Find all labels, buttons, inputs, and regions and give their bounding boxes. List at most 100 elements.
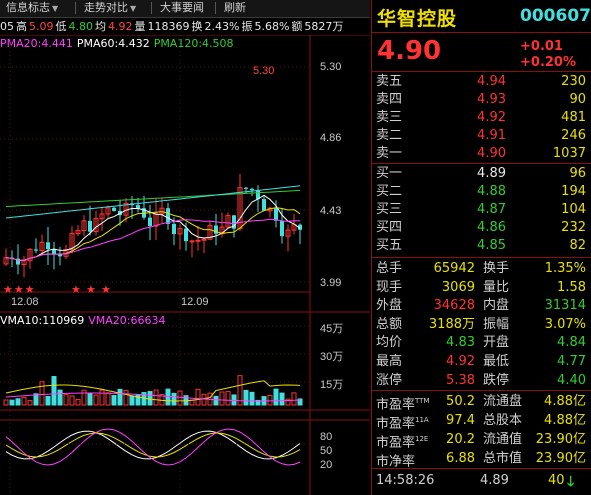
ask-row[interactable]: 卖二 4.91 246 bbox=[372, 127, 590, 145]
volume-bar bbox=[99, 389, 105, 406]
candle-body bbox=[34, 249, 38, 251]
quote-field: 4.92 bbox=[108, 20, 133, 33]
volume-bar bbox=[225, 391, 231, 406]
stock-name: 华智控股 bbox=[377, 8, 458, 30]
volume-legend-item: VMA10:110969 bbox=[0, 314, 85, 327]
volume-bar bbox=[279, 392, 285, 406]
ask-row[interactable]: 卖三 4.92 481 bbox=[372, 109, 590, 127]
stock-code: 000607 bbox=[520, 6, 591, 26]
stat-value: 4.84 bbox=[557, 335, 586, 351]
volume-bar bbox=[291, 392, 297, 406]
bid-row[interactable]: 买二 4.88 194 bbox=[372, 183, 590, 201]
volume-bar bbox=[267, 394, 273, 406]
volume-bar bbox=[123, 389, 129, 406]
bid-row[interactable]: 买五 4.85 82 bbox=[372, 237, 590, 255]
quote-field: 均 bbox=[95, 20, 106, 33]
order-price: 4.91 bbox=[477, 128, 506, 143]
toolbar-refresh-button[interactable]: 刷新 bbox=[224, 1, 246, 15]
quote-field: 量 bbox=[134, 20, 146, 33]
ask-row[interactable]: 卖一 4.90 1037 bbox=[372, 145, 590, 163]
order-volume: 1037 bbox=[552, 146, 586, 161]
signal-star: ★ bbox=[71, 283, 81, 296]
quote-field: 5.09 bbox=[29, 20, 54, 33]
valuation-value: 4.88亿 bbox=[544, 413, 586, 428]
volume-bar bbox=[51, 376, 57, 406]
dropdown-arrow-icon: ▼ bbox=[130, 4, 137, 13]
ma-line bbox=[5, 189, 301, 207]
divider bbox=[372, 390, 591, 391]
volume-bar bbox=[45, 395, 51, 406]
stat-row: 总手 65942 换手 1.35% bbox=[372, 259, 590, 278]
stat-value: 3188万 bbox=[428, 316, 475, 332]
signal-stars: ★★★ bbox=[3, 283, 36, 296]
order-volume: 194 bbox=[561, 184, 586, 199]
volume-bar bbox=[3, 399, 9, 406]
candle-body bbox=[274, 208, 278, 221]
order-level-label: 卖二 bbox=[376, 128, 403, 143]
toolbar-news-button[interactable]: 大事要闻 bbox=[160, 1, 204, 15]
valuation-value: 23.90亿 bbox=[535, 432, 586, 447]
volume-bar bbox=[93, 394, 99, 406]
volume-bar bbox=[87, 392, 93, 406]
order-price: 4.93 bbox=[477, 92, 506, 107]
bid-row[interactable]: 买一 4.89 96 bbox=[372, 165, 590, 183]
quote-field: 5827万 bbox=[304, 20, 344, 33]
candle-body bbox=[262, 199, 266, 211]
candle-body bbox=[280, 220, 284, 237]
divider bbox=[372, 163, 591, 164]
stat-label: 最高 bbox=[376, 354, 403, 369]
stat-row: 涨停 5.38 跌停 4.40 bbox=[372, 371, 590, 390]
oscillator-line bbox=[5, 428, 301, 466]
valuation-label-sup: TTM bbox=[415, 397, 430, 405]
bid-row[interactable]: 买三 4.87 104 bbox=[372, 201, 590, 219]
stat-value: 4.40 bbox=[557, 372, 586, 388]
kline-chart[interactable] bbox=[0, 35, 370, 495]
bid-row[interactable]: 买四 4.86 232 bbox=[372, 219, 590, 237]
order-volume: 104 bbox=[561, 202, 586, 217]
stat-value: 34628 bbox=[433, 298, 475, 314]
ma-line bbox=[5, 207, 301, 261]
order-level-label: 买三 bbox=[376, 202, 403, 217]
order-volume: 246 bbox=[561, 128, 586, 143]
candle-body bbox=[184, 228, 188, 242]
ask-row[interactable]: 卖五 4.94 230 bbox=[372, 73, 590, 91]
volume-bar bbox=[39, 381, 45, 406]
divider bbox=[372, 257, 591, 258]
price-change-pct: +0.20% bbox=[520, 55, 576, 70]
order-level-label: 买四 bbox=[376, 220, 403, 235]
valuation-label-sup: 12E bbox=[415, 435, 429, 443]
volume-bar bbox=[9, 399, 15, 406]
tick-time: 14:58:26 bbox=[376, 473, 435, 488]
candle-body bbox=[195, 239, 201, 242]
quote-field: 额 bbox=[291, 20, 303, 33]
stat-label: 现手 bbox=[376, 279, 403, 295]
stat-value: 3.07% bbox=[544, 316, 586, 332]
volume-bar bbox=[195, 388, 201, 406]
volume-bar bbox=[69, 395, 75, 406]
volume-bar bbox=[189, 399, 195, 406]
order-price: 4.92 bbox=[477, 110, 506, 125]
volume-bar bbox=[75, 399, 81, 406]
candle-body bbox=[166, 208, 170, 224]
valuation-value: 20.2 bbox=[446, 432, 475, 447]
volume-bar bbox=[129, 395, 135, 406]
candle-body bbox=[189, 240, 195, 243]
price-axis-label: 4.86 bbox=[320, 132, 342, 144]
divider bbox=[372, 71, 591, 72]
stat-row: 现手 3069 量比 1.58 bbox=[372, 278, 590, 297]
toolbar-compare-button[interactable]: 走势对比 ▼ bbox=[84, 1, 136, 15]
toolbar-separator bbox=[215, 2, 216, 14]
quote-field: 振 bbox=[241, 20, 253, 33]
volume-bar bbox=[117, 388, 123, 406]
stat-row: 总额 3188万 振幅 3.07% bbox=[372, 315, 590, 334]
stat-row: 外盘 34628 内盘 31314 bbox=[372, 296, 590, 315]
volume-bar bbox=[57, 389, 63, 406]
order-level-label: 买二 bbox=[376, 184, 403, 199]
divider bbox=[372, 32, 591, 33]
oscillator-axis-label: 80 bbox=[320, 431, 333, 443]
toolbar-info-flag-button[interactable]: 信息标志 ▼ bbox=[6, 1, 58, 15]
order-level-label: 卖四 bbox=[376, 92, 403, 107]
ask-row[interactable]: 卖四 4.93 90 bbox=[372, 91, 590, 109]
price-axis-label: 5.30 bbox=[320, 61, 342, 73]
volume-axis-label: 45万 bbox=[320, 323, 344, 335]
